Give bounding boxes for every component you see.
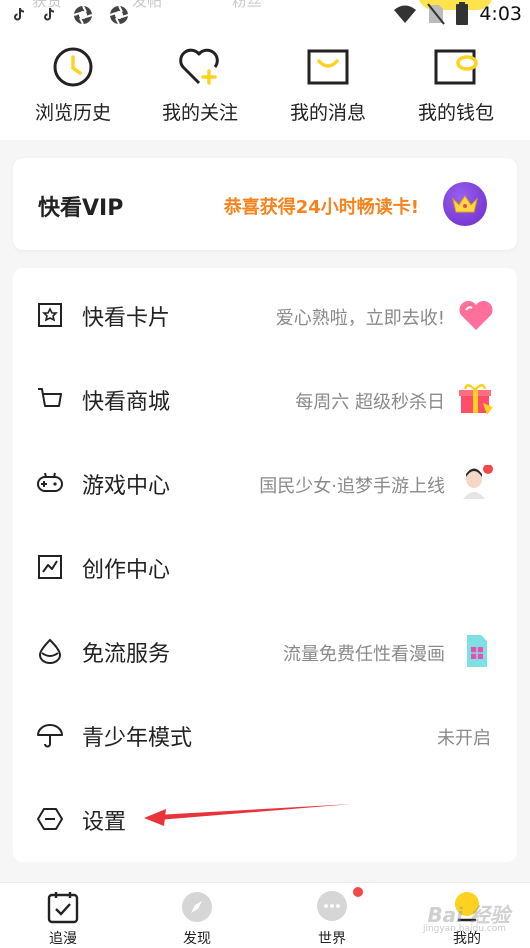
sim-card-icon <box>467 635 487 667</box>
quick-action-label: 我的消息 <box>289 102 366 124</box>
tab-world[interactable]: 世界 <box>292 889 372 948</box>
tab-label: 世界 <box>318 931 346 947</box>
cart-icon <box>38 388 62 407</box>
crown-icon <box>452 195 478 213</box>
quick-action-messages[interactable]: 我的消息 <box>273 42 383 125</box>
wallet-icon <box>434 49 478 85</box>
quick-action-label: 我的关注 <box>161 102 238 124</box>
gift-box-icon <box>459 384 493 415</box>
menu-item-label: 设置 <box>82 810 127 835</box>
calendar-check-icon <box>47 892 79 924</box>
drop-icon <box>38 638 62 664</box>
menu-item-cards[interactable]: 快看卡片 爱心熟啦，立即去收! <box>13 273 517 357</box>
chart-frame-icon <box>38 555 62 579</box>
gamepad-icon <box>37 472 63 492</box>
menu-item-label: 快看商城 <box>82 390 171 415</box>
menu-item-hint: 流量免费任性看漫画 <box>283 644 445 665</box>
card-icon <box>38 303 62 327</box>
chat-bubble-icon <box>317 891 347 921</box>
tiktok-icon <box>44 7 55 21</box>
menu-item-teen-mode[interactable]: 青少年模式 未开启 <box>13 693 517 777</box>
menu-item-free-data[interactable]: 免流服务 流量免费任性看漫画 <box>13 609 517 693</box>
vip-card[interactable]: 快看VIP 恭喜获得24小时畅读卡! <box>13 158 517 250</box>
menu-item-hint: 爱心熟啦，立即去收! <box>275 308 445 329</box>
vip-badge[interactable] <box>443 182 487 226</box>
aperture-icon <box>109 5 129 25</box>
heart-plus-icon <box>179 48 219 85</box>
hexagon-icon <box>37 808 63 830</box>
envelope-icon <box>307 49 349 85</box>
menu-item-label: 免流服务 <box>82 642 171 667</box>
vip-title: 快看VIP <box>38 196 124 221</box>
no-sim-icon <box>427 3 446 25</box>
status-bar: 获赞 发帖 粉丝 4:03 <box>0 0 530 30</box>
compass-icon <box>182 892 212 922</box>
quick-action-wallet[interactable]: 我的钱包 <box>401 42 511 125</box>
menu-item-creation[interactable]: 创作中心 <box>13 525 517 609</box>
annotation-arrow-icon <box>144 804 352 826</box>
ghost-tab-posts: 发帖 <box>132 0 163 10</box>
menu-item-games[interactable]: 游戏中心 国民少女·追梦手游上线 <box>13 441 517 525</box>
quick-action-history[interactable]: 浏览历史 <box>18 42 128 125</box>
menu-item-hint: 每周六 超级秒杀日 <box>295 392 445 413</box>
wifi-icon <box>394 5 417 23</box>
menu-item-label: 快看卡片 <box>82 306 171 331</box>
menu-item-label: 创作中心 <box>82 558 171 583</box>
baidu-watermark-url: jingyan.baidu.com <box>422 924 506 934</box>
quick-action-follows[interactable]: 我的关注 <box>145 42 255 125</box>
menu-item-label: 青少年模式 <box>82 726 193 751</box>
vip-promo-text: 恭喜获得24小时畅读卡! <box>223 197 419 218</box>
clock-icon <box>53 47 93 87</box>
aperture-icon <box>73 5 93 25</box>
tab-discover[interactable]: 发现 <box>157 889 237 948</box>
tab-label: 追漫 <box>49 931 77 947</box>
pink-heart-icon <box>459 300 493 330</box>
menu-item-hint: 未开启 <box>437 728 491 749</box>
ghost-tab-fans: 粉丝 <box>232 0 263 10</box>
menu-list: 快看卡片 爱心熟啦，立即去收! 快看商城 每周六 超级秒杀日 游戏中心 国民少女… <box>13 268 517 862</box>
tab-label: 发现 <box>183 931 211 947</box>
quick-action-label: 浏览历史 <box>34 102 111 124</box>
menu-item-mall[interactable]: 快看商城 每周六 超级秒杀日 <box>13 357 517 441</box>
game-avatar-icon <box>463 465 493 499</box>
tiktok-icon <box>14 7 25 21</box>
menu-item-label: 游戏中心 <box>82 474 171 499</box>
quick-action-label: 我的钱包 <box>417 102 494 124</box>
clock-time: 4:03 <box>479 3 522 25</box>
battery-icon <box>456 2 469 25</box>
tab-follow[interactable]: 追漫 <box>23 889 103 948</box>
umbrella-icon <box>37 724 63 748</box>
notification-dot <box>353 887 363 897</box>
quick-actions-bar: 浏览历史 我的关注 我的消息 我的钱包 <box>0 30 530 140</box>
menu-item-hint: 国民少女·追梦手游上线 <box>259 476 445 497</box>
